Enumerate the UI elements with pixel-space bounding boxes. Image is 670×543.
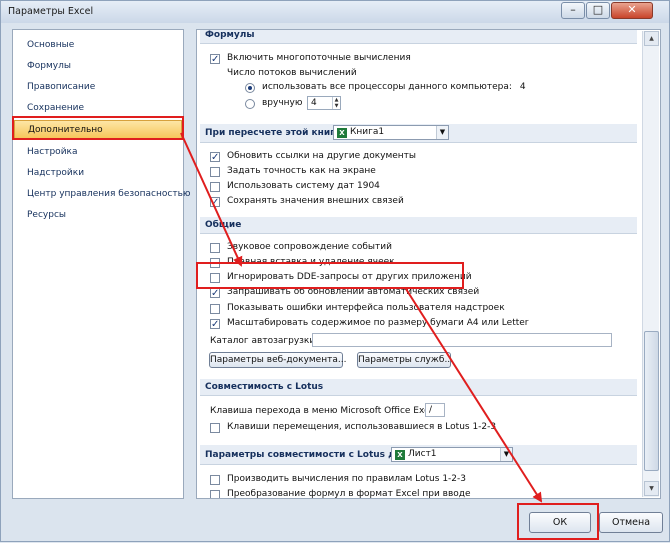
ask-update-links-label: Запрашивать об обновлении автоматических… xyxy=(227,287,480,297)
ok-button[interactable]: ОК xyxy=(529,512,591,533)
nav-item-advanced[interactable]: Дополнительно xyxy=(14,120,182,139)
nav-item-save[interactable]: Сохранение xyxy=(14,99,182,118)
menu-key-label: Клавиша перехода в меню Microsoft Office… xyxy=(210,406,441,416)
update-links-label: Обновить ссылки на другие документы xyxy=(227,151,417,161)
content-scrollbar[interactable]: ▲ ▼ xyxy=(642,31,659,497)
manual-threads-spinner[interactable]: 4 ▲ ▼ xyxy=(307,96,341,110)
scroll-thumb[interactable] xyxy=(644,331,659,471)
nav-item-customize[interactable]: Настройка xyxy=(14,143,182,162)
multithread-checkbox[interactable] xyxy=(210,52,220,67)
web-options-button[interactable]: Параметры веб-документа... xyxy=(209,352,346,368)
lotus-sheet-select[interactable]: X Лист1 ▼ xyxy=(391,447,513,462)
chevron-down-icon[interactable]: ▼ xyxy=(500,448,512,461)
options-content: Формулы Включить многопоточные вычислени… xyxy=(196,29,661,499)
minimize-button[interactable]: – xyxy=(561,2,585,19)
threads-label: Число потоков вычислений xyxy=(227,68,357,78)
ignore-dde-checkbox[interactable] xyxy=(210,272,220,283)
nav-item-addins[interactable]: Надстройки xyxy=(14,164,182,183)
service-options-button[interactable]: Параметры служб... xyxy=(357,352,453,368)
animate-insert-label: Плавная вставка и удаление ячеек xyxy=(227,257,395,267)
nav-item-trust-center[interactable]: Центр управления безопасностью xyxy=(14,185,190,204)
lotus-formula-entry-label: Преобразование формул в формат Excel при… xyxy=(227,489,471,499)
use-all-processors-radio[interactable] xyxy=(245,82,255,93)
ignore-dde-row[interactable]: Игнорировать DDE-запросы от других прило… xyxy=(210,270,472,285)
lotus-nav-keys-row[interactable]: Клавиши перемещения, использовавшиеся в … xyxy=(210,420,496,435)
title-bar: Параметры Excel – □ ✕ xyxy=(1,1,669,23)
processor-count: 4 xyxy=(519,82,526,92)
manual-threads-row[interactable]: вручную xyxy=(245,96,302,111)
multithread-row[interactable]: Включить многопоточные вычисления xyxy=(210,51,411,67)
date-1904-checkbox[interactable] xyxy=(210,181,220,192)
ignore-dde-label: Игнорировать DDE-запросы от других прило… xyxy=(227,272,472,282)
use-all-processors-row[interactable]: использовать все процессоры данного комп… xyxy=(245,80,526,95)
section-formulas-header: Формулы xyxy=(200,30,637,44)
manual-threads-label: вручную xyxy=(262,98,303,108)
manual-threads-value: 4 xyxy=(311,98,317,108)
nav-item-formulas[interactable]: Формулы xyxy=(14,57,182,76)
autoload-label: Каталог автозагрузки: xyxy=(210,336,319,346)
spinner-arrows-icon[interactable]: ▲ ▼ xyxy=(332,97,340,109)
lotus-sheet-value: Лист1 xyxy=(408,449,437,459)
dialog-title: Параметры Excel xyxy=(8,6,94,17)
date-1904-label: Использовать систему дат 1904 xyxy=(227,181,380,191)
use-all-processors-label: использовать все процессоры данного комп… xyxy=(262,82,512,92)
recalc-workbook-select[interactable]: X Книга1 ▼ xyxy=(333,125,449,140)
close-button[interactable]: ✕ xyxy=(611,2,653,19)
animate-insert-checkbox[interactable] xyxy=(210,257,220,268)
lotus-settings-header-label: Параметры совместимости с Lotus для: xyxy=(205,450,412,460)
menu-key-input[interactable]: / xyxy=(425,403,445,417)
scale-paper-label: Масштабировать содержимое по размеру бум… xyxy=(227,318,529,328)
excel-workbook-icon: X xyxy=(337,127,347,138)
autoload-folder-input[interactable] xyxy=(312,333,612,347)
save-external-links-checkbox[interactable] xyxy=(210,195,220,210)
nav-item-proofing[interactable]: Правописание xyxy=(14,78,182,97)
addin-errors-label: Показывать ошибки интерфейса пользовател… xyxy=(227,303,505,313)
save-external-links-row[interactable]: Сохранять значения внешних связей xyxy=(210,194,404,210)
sound-feedback-checkbox[interactable] xyxy=(210,242,220,253)
update-links-checkbox[interactable] xyxy=(210,150,220,165)
lotus-formula-entry-row[interactable]: Преобразование формул в формат Excel при… xyxy=(210,487,471,499)
lotus-nav-keys-label: Клавиши перемещения, использовавшиеся в … xyxy=(227,422,497,432)
scroll-up-icon[interactable]: ▲ xyxy=(644,31,659,46)
lotus-formula-entry-checkbox[interactable] xyxy=(210,489,220,498)
update-links-row[interactable]: Обновить ссылки на другие документы xyxy=(210,149,417,165)
cancel-button[interactable]: Отмена xyxy=(599,512,663,533)
addin-errors-checkbox[interactable] xyxy=(210,303,220,314)
lotus-evaluation-checkbox[interactable] xyxy=(210,474,220,485)
lotus-evaluation-label: Производить вычисления по правилам Lotus… xyxy=(227,474,466,484)
nav-item-resources[interactable]: Ресурсы xyxy=(14,206,182,225)
scale-paper-row[interactable]: Масштабировать содержимое по размеру бум… xyxy=(210,316,529,332)
recalc-header-label: При пересчете этой книги: xyxy=(205,128,345,138)
animate-insert-row[interactable]: Плавная вставка и удаление ячеек xyxy=(210,255,395,270)
section-lotus-header: Совместимость с Lotus xyxy=(200,379,637,396)
options-nav: Основные Формулы Правописание Сохранение… xyxy=(12,29,190,499)
excel-options-dialog: Параметры Excel – □ ✕ Основные Формулы П… xyxy=(0,0,670,542)
scale-paper-checkbox[interactable] xyxy=(210,317,220,332)
ask-update-links-row[interactable]: Запрашивать об обновлении автоматических… xyxy=(210,285,480,301)
scroll-down-icon[interactable]: ▼ xyxy=(644,481,659,496)
sound-feedback-row[interactable]: Звуковое сопровождение событий xyxy=(210,240,392,255)
precision-label: Задать точность как на экране xyxy=(227,166,376,176)
save-external-links-label: Сохранять значения внешних связей xyxy=(227,196,404,206)
date-1904-row[interactable]: Использовать систему дат 1904 xyxy=(210,179,380,194)
addin-errors-row[interactable]: Показывать ошибки интерфейса пользовател… xyxy=(210,301,505,316)
maximize-button[interactable]: □ xyxy=(586,2,610,19)
nav-item-basic[interactable]: Основные xyxy=(14,36,182,55)
precision-checkbox[interactable] xyxy=(210,166,220,177)
ask-update-links-checkbox[interactable] xyxy=(210,286,220,301)
recalc-workbook-value: Книга1 xyxy=(350,127,385,137)
sound-feedback-label: Звуковое сопровождение событий xyxy=(227,242,392,252)
excel-sheet-icon: X xyxy=(395,449,405,460)
precision-row[interactable]: Задать точность как на экране xyxy=(210,164,376,179)
chevron-down-icon[interactable]: ▼ xyxy=(436,126,448,139)
section-general-header: Общие xyxy=(200,217,637,234)
lotus-evaluation-row[interactable]: Производить вычисления по правилам Lotus… xyxy=(210,472,466,487)
multithread-label: Включить многопоточные вычисления xyxy=(227,53,411,63)
lotus-nav-keys-checkbox[interactable] xyxy=(210,422,220,433)
manual-threads-radio[interactable] xyxy=(245,98,255,109)
